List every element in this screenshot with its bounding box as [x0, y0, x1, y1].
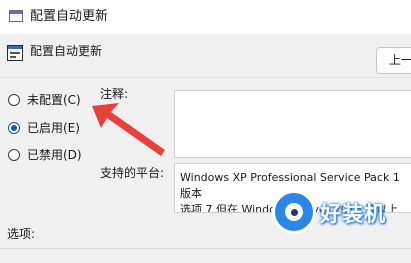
supported-platform-label: 支持的平台:: [100, 166, 165, 180]
title-bar: 配置自动更新: [0, 0, 411, 34]
radio-enabled-label[interactable]: 已启用(E): [27, 120, 80, 136]
policy-dialog: 配置自动更新 配置自动更新 上一 未配置(C) 已启用(E) 已禁用(D) 注释…: [0, 0, 411, 263]
header-divider: [0, 77, 411, 78]
previous-setting-button[interactable]: 上一: [376, 47, 411, 74]
watermark-eye-icon: [272, 190, 316, 234]
comment-label: 注释:: [100, 87, 129, 101]
radio-disabled-label[interactable]: 已禁用(D): [27, 147, 82, 163]
radio-not-configured-label[interactable]: 未配置(C): [27, 92, 81, 108]
window-app-icon: [9, 10, 23, 22]
comment-textarea[interactable]: [174, 90, 411, 158]
watermark-text: 好装机: [320, 202, 386, 226]
radio-enabled-indicator[interactable]: [8, 122, 20, 134]
window-title: 配置自动更新: [30, 9, 109, 24]
policy-name: 配置自动更新: [30, 44, 103, 58]
policy-setting-icon: [7, 45, 23, 61]
watermark-logo: 好装机: [272, 190, 411, 246]
platform-line-1: Windows XP Professional Service Pack 1: [180, 171, 400, 184]
options-label: 选项:: [7, 227, 36, 241]
radio-disabled-indicator[interactable]: [8, 149, 20, 161]
options-divider: [0, 248, 411, 249]
radio-not-configured-indicator[interactable]: [8, 94, 20, 106]
